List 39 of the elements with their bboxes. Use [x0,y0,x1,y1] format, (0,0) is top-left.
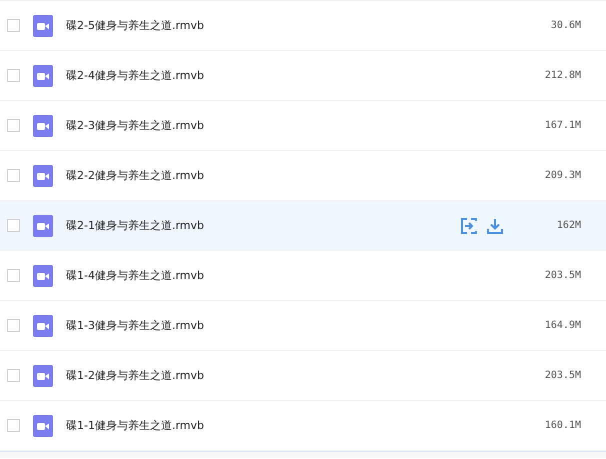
file-size: 164.9M [544,320,581,331]
file-size: 30.6M [550,20,581,31]
video-file-icon [33,414,53,436]
video-file-icon [33,264,53,286]
checkbox[interactable] [7,69,20,82]
file-size: 203.5M [544,370,581,381]
checkbox[interactable] [7,219,20,232]
file-size: 167.1M [544,120,581,131]
file-name[interactable]: 碟2-1健身与养生之道.rmvb [66,218,461,233]
video-file-icon [33,64,53,86]
checkbox[interactable] [7,369,20,382]
video-file-icon [33,14,53,36]
checkbox[interactable] [7,19,20,32]
file-size: 212.8M [544,70,581,81]
file-name[interactable]: 碟2-4健身与养生之道.rmvb [66,68,521,83]
file-size: 160.1M [544,420,581,431]
video-file-icon [33,364,53,386]
file-name[interactable]: 碟2-5健身与养生之道.rmvb [66,18,521,33]
checkbox[interactable] [7,419,20,432]
checkbox[interactable] [7,269,20,282]
download-icon[interactable] [487,218,503,234]
video-file-icon [33,214,53,236]
checkbox[interactable] [7,319,20,332]
file-size: 203.5M [544,270,581,281]
file-name[interactable]: 碟1-4健身与养生之道.rmvb [66,268,521,283]
file-name[interactable]: 碟2-2健身与养生之道.rmvb [66,168,521,183]
file-row[interactable]: 碟2-1健身与养生之道.rmvb 162M [0,201,606,251]
file-name[interactable]: 碟2-3健身与养生之道.rmvb [66,118,521,133]
checkbox[interactable] [7,119,20,132]
video-file-icon [33,114,53,136]
file-size: 162M [556,220,581,231]
file-name[interactable]: 碟1-2健身与养生之道.rmvb [66,368,521,383]
video-file-icon [33,164,53,186]
file-name[interactable]: 碟1-1健身与养生之道.rmvb [66,418,521,433]
file-size: 209.3M [544,170,581,181]
video-file-icon [33,314,53,336]
checkbox[interactable] [7,169,20,182]
move-icon[interactable] [461,218,477,234]
file-name[interactable]: 碟1-3健身与养生之道.rmvb [66,318,521,333]
